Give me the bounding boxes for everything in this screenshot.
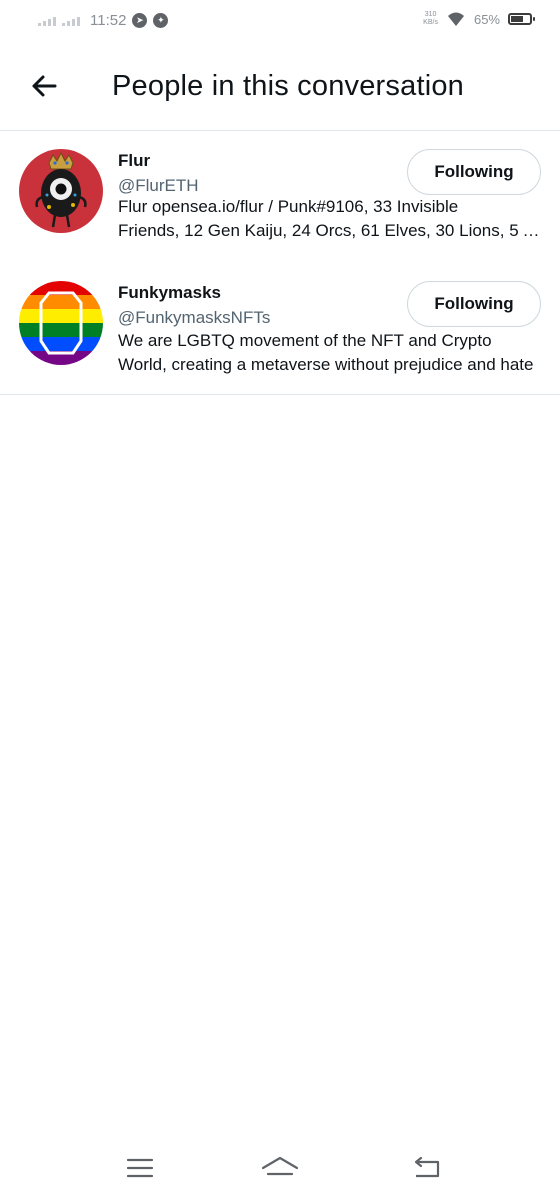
battery-percent: 65% [473,11,500,27]
person-bio: We are LGBTQ movement of the NFT and Cry… [118,329,543,377]
system-nav-bar [0,1140,560,1200]
avatar-flur[interactable] [19,149,103,233]
network-speed: 310 KB/s [423,11,438,27]
person-handle[interactable]: @FlurETH [118,176,199,196]
back-button[interactable] [26,68,62,104]
status-right: 310 KB/s 65% [423,11,535,27]
network-speed-unit: KB/s [423,19,438,26]
bio-line-2: World, creating a metaverse without prej… [118,355,534,374]
page-title: People in this conversation [112,70,464,102]
funkymasks-avatar-image [19,281,103,365]
person-row-flur[interactable]: Flur @FlurETH Flur opensea.io/flur / Pun… [0,131,560,263]
battery-icon [508,13,535,25]
status-bar: 11:52 ➤ ✦ 310 KB/s 65% [0,0,560,44]
person-name[interactable]: Funkymasks [118,283,221,303]
people-list: Flur @FlurETH Flur opensea.io/flur / Pun… [0,131,560,395]
wifi-icon [447,12,464,26]
signal-icon [38,16,56,26]
signal-icon-2 [62,16,80,26]
home-button[interactable] [260,1152,300,1184]
network-speed-value: 310 [424,11,437,18]
status-time: 11:52 [90,12,127,29]
avatar-funkymasks[interactable] [19,281,103,365]
telegram-icon: ➤ [132,13,148,28]
home-icon [261,1156,299,1176]
bio-line-1: Flur opensea.io/flur / Punk#9106, 33 Inv… [118,197,459,216]
person-name[interactable]: Flur [118,151,150,171]
menu-button[interactable] [120,1152,160,1184]
person-row-funkymasks[interactable]: Funkymasks @FunkymasksNFTs We are LGBTQ … [0,263,560,395]
arrow-left-icon [32,75,57,97]
following-button[interactable]: Following [407,149,541,195]
bio-line-1: We are LGBTQ movement of the NFT and Cry… [118,331,492,350]
back-nav-button[interactable] [406,1152,446,1184]
page-header: People in this conversation [0,44,560,131]
person-bio: Flur opensea.io/flur / Punk#9106, 33 Inv… [118,195,543,243]
menu-icon [126,1158,154,1178]
flur-avatar-image [19,149,103,233]
battery-fill [511,16,523,22]
bio-line-2: Friends, 12 Gen Kaiju, 24 Orcs, 61 Elves… [118,221,543,240]
status-left: 11:52 ➤ ✦ [38,12,169,29]
messenger-icon: ✦ [153,13,169,28]
return-icon [414,1156,440,1178]
following-button[interactable]: Following [407,281,541,327]
person-handle[interactable]: @FunkymasksNFTs [118,308,270,328]
